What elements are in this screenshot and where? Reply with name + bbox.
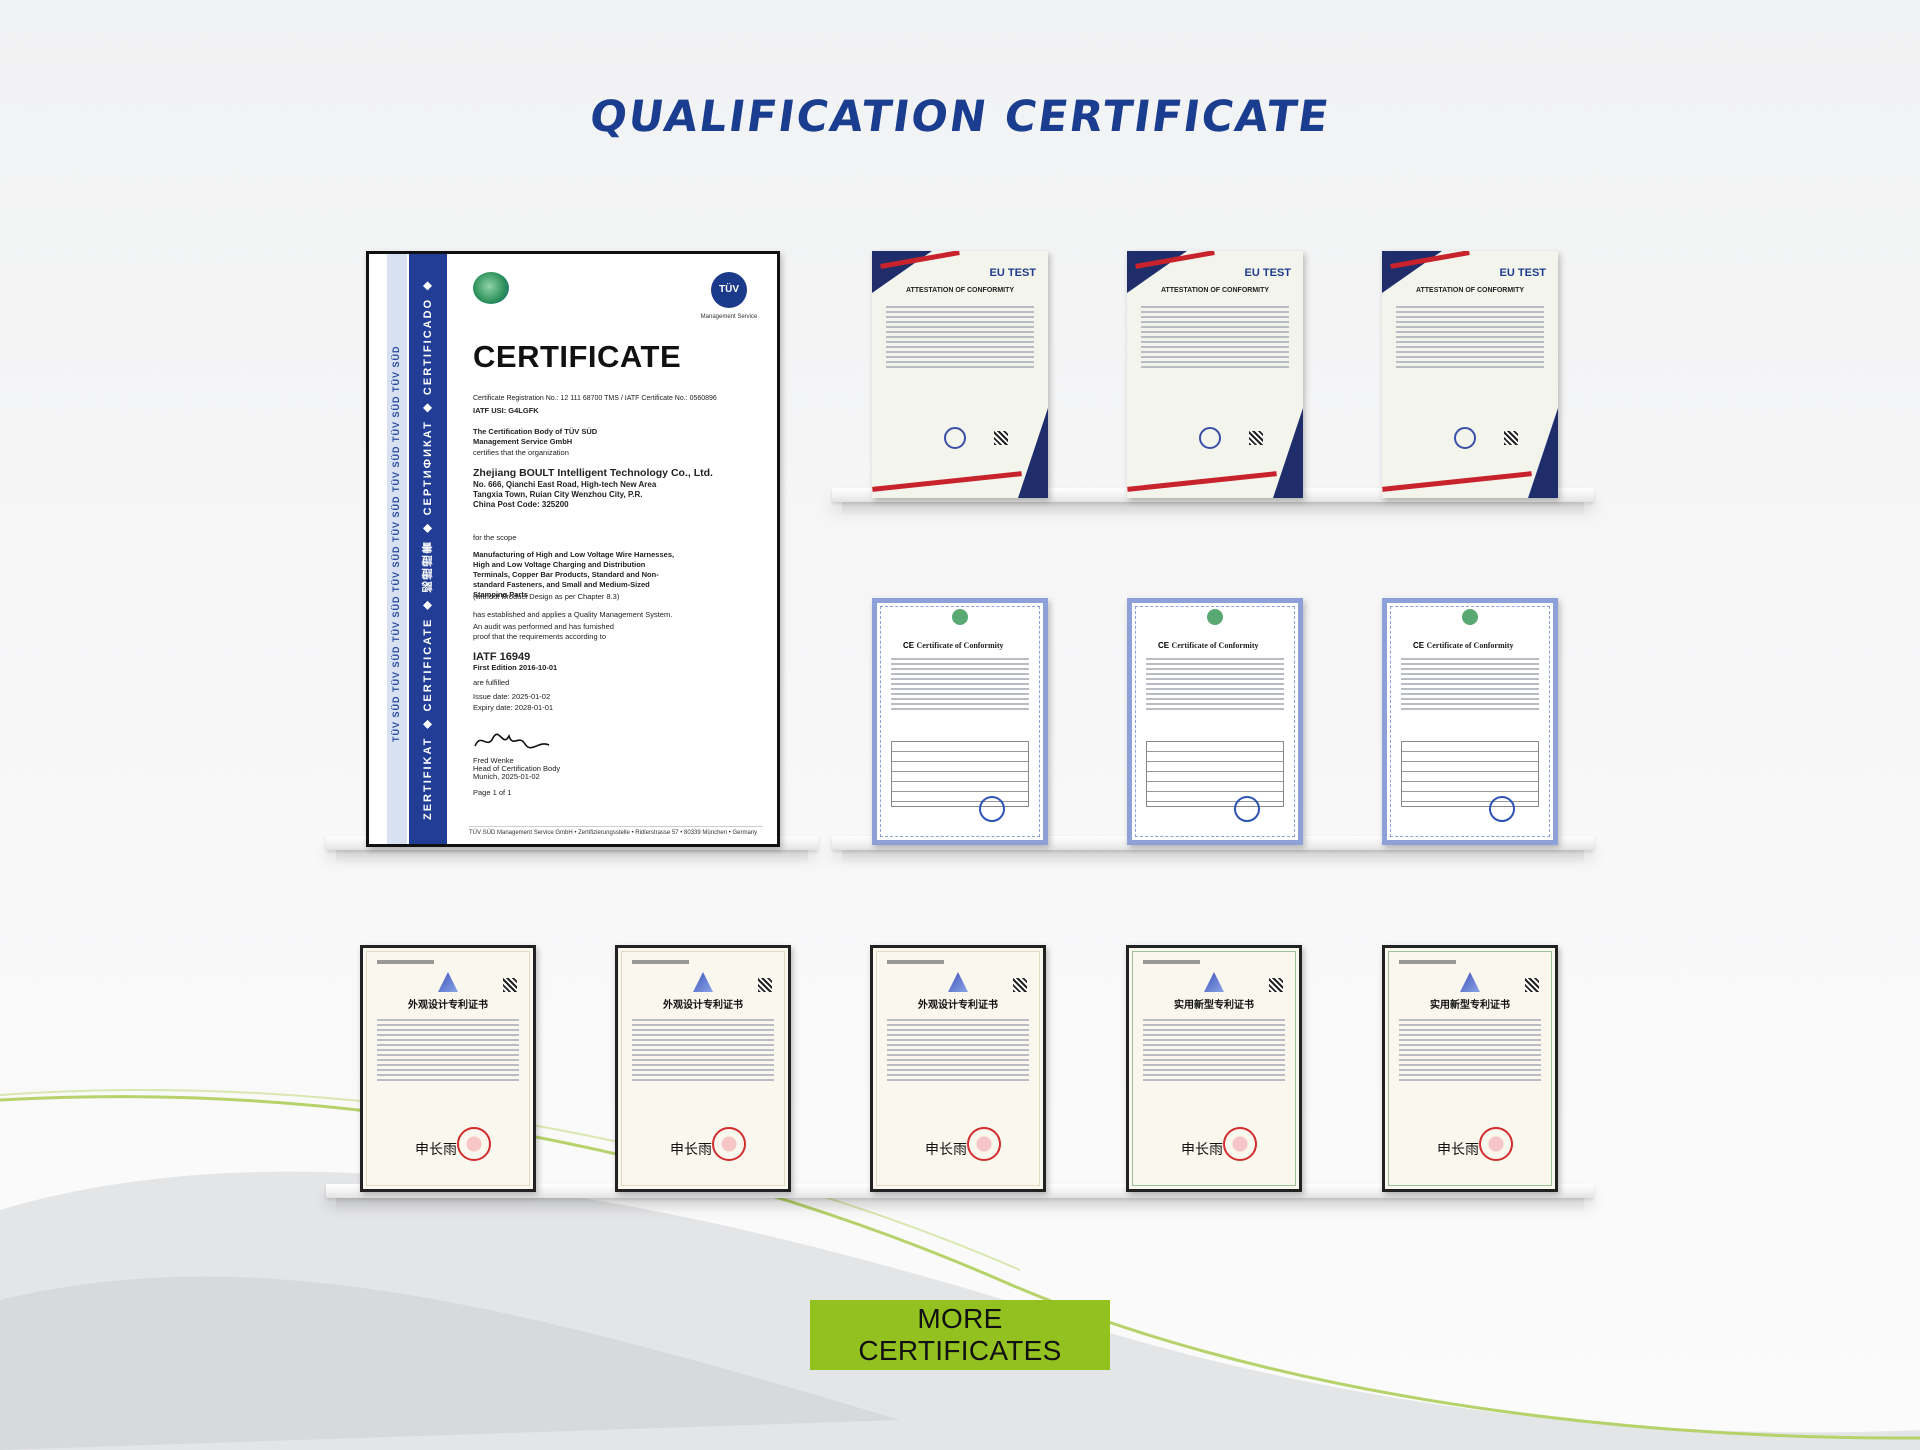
- lab-stamp-icon: [1234, 796, 1260, 822]
- lab-stamp-icon: [1489, 796, 1515, 822]
- issue-date: Issue date: 2025-01-02: [473, 692, 551, 701]
- red-seal-icon: [1223, 1127, 1257, 1161]
- standards-table: [891, 741, 1029, 807]
- iatf-usi: IATF USI: G4LGFK: [473, 406, 539, 415]
- tuv-logo: TÜV: [711, 272, 747, 308]
- patent-certificate-card-2[interactable]: 外观设计专利证书 申长雨: [615, 945, 791, 1192]
- tuv-iatf-certificate[interactable]: TÜV SÜD TÜV SÜD TÜV SÜD TÜV SÜD TÜV SÜD …: [366, 251, 780, 847]
- standards-table: [1146, 741, 1284, 807]
- eu-attestation-card-2[interactable]: EU TEST ATTESTATION OF CONFORMITY: [1127, 251, 1303, 498]
- certification-body: The Certification Body of TÜV SÜD Manage…: [473, 427, 598, 446]
- conformity-seal-icon: [1454, 427, 1476, 449]
- red-seal-icon: [1479, 1127, 1513, 1161]
- patent-signature: 申长雨: [925, 1142, 967, 1158]
- patent-title: 实用新型专利证书: [1430, 1000, 1510, 1011]
- certificate-heading: CERTIFICATE: [473, 339, 682, 374]
- certifies-text: certifies that the organization: [473, 448, 569, 457]
- eu-test-logo: EU TEST: [989, 267, 1036, 279]
- patent-title: 外观设计专利证书: [408, 1000, 488, 1011]
- lab-logo-icon: [1462, 609, 1478, 625]
- qr-code-icon: [503, 978, 517, 992]
- standards-table: [1401, 741, 1539, 807]
- certificate-registration: Certificate Registration No.: 12 111 687…: [473, 395, 717, 402]
- conformity-title: Certificate of Conformity: [1426, 641, 1514, 650]
- certificate-band-text: ZERTIFIKAT ◆ CERTIFICATE ◆ 認證證書 ◆ СЕРТИФ…: [422, 277, 472, 821]
- red-seal-icon: [712, 1127, 746, 1161]
- red-seal-icon: [967, 1127, 1001, 1161]
- qr-code-icon: [1013, 978, 1027, 992]
- ce-certificate-card-2[interactable]: CE Certificate of Conformity: [1127, 598, 1303, 845]
- patent-certificate-card-1[interactable]: 外观设计专利证书 申长雨: [360, 945, 536, 1192]
- fulfilled-text: are fulfilled: [473, 678, 510, 687]
- signer-place: Munich, 2025-01-02: [473, 772, 540, 781]
- qr-code-icon: [1525, 978, 1539, 992]
- conformity-seal-icon: [1199, 427, 1221, 449]
- scope-label: for the scope: [473, 533, 517, 542]
- organization-address: No. 666, Qianchi East Road, High-tech Ne…: [473, 480, 657, 509]
- patent-signature: 申长雨: [415, 1142, 457, 1158]
- tuv-stripe-text: TÜV SÜD TÜV SÜD TÜV SÜD TÜV SÜD TÜV SÜD …: [391, 345, 401, 743]
- tuv-logo-subtitle: Management Service: [700, 314, 758, 320]
- patent-certificate-card-3[interactable]: 外观设计专利证书 申长雨: [870, 945, 1046, 1192]
- patent-signature: 申长雨: [670, 1142, 712, 1158]
- conformity-title: Certificate of Conformity: [1171, 641, 1259, 650]
- patent-title: 实用新型专利证书: [1174, 1000, 1254, 1011]
- ce-certificate-card-1[interactable]: CE Certificate of Conformity: [872, 598, 1048, 845]
- qr-code-icon: [1249, 431, 1263, 445]
- eu-attestation-card-3[interactable]: EU TEST ATTESTATION OF CONFORMITY: [1382, 251, 1558, 498]
- ce-certificate-card-3[interactable]: CE Certificate of Conformity: [1382, 598, 1558, 845]
- patent-signature: 申长雨: [1437, 1142, 1479, 1158]
- eu-test-logo: EU TEST: [1499, 267, 1546, 279]
- qms-text: has established and applies a Quality Ma…: [473, 610, 673, 619]
- patent-title: 外观设计专利证书: [918, 1000, 998, 1011]
- attestation-title: ATTESTATION OF CONFORMITY: [905, 287, 1015, 294]
- page-title: QUALIFICATION CERTIFICATE: [586, 92, 1334, 142]
- patent-title: 外观设计专利证书: [663, 1000, 743, 1011]
- eu-attestation-card-1[interactable]: EU TEST ATTESTATION OF CONFORMITY: [872, 251, 1048, 498]
- lab-logo-icon: [952, 609, 968, 625]
- attestation-title: ATTESTATION OF CONFORMITY: [1415, 287, 1525, 294]
- conformity-title: Certificate of Conformity: [916, 641, 1004, 650]
- qr-code-icon: [1269, 978, 1283, 992]
- patent-signature: 申长雨: [1181, 1142, 1223, 1158]
- lab-logo-icon: [1207, 609, 1223, 625]
- iaf-globe-icon: [473, 272, 509, 304]
- audit-text: An audit was performed and has furnished…: [473, 622, 614, 641]
- conformity-seal-icon: [944, 427, 966, 449]
- patent-certificate-card-4[interactable]: 实用新型专利证书 申长雨: [1126, 945, 1302, 1192]
- red-seal-icon: [457, 1127, 491, 1161]
- qr-code-icon: [994, 431, 1008, 445]
- qr-code-icon: [758, 978, 772, 992]
- page-number: Page 1 of 1: [473, 788, 512, 797]
- patent-certificate-card-5[interactable]: 实用新型专利证书 申长雨: [1382, 945, 1558, 1192]
- certificate-body: TÜV Management Service CERTIFICATE Certi…: [473, 272, 763, 834]
- eu-test-logo: EU TEST: [1244, 267, 1291, 279]
- expiry-date: Expiry date: 2028-01-01: [473, 703, 554, 712]
- certificate-footer: TÜV SÜD Management Service GmbH • Zertif…: [469, 826, 763, 836]
- standard-edition: First Edition 2016-10-01: [473, 663, 558, 672]
- organization-name: Zhejiang BOULT Intelligent Technology Co…: [473, 467, 713, 479]
- more-certificates-button[interactable]: MORE CERTIFICATES: [810, 1300, 1110, 1370]
- qr-code-icon: [1504, 431, 1518, 445]
- lab-stamp-icon: [979, 796, 1005, 822]
- scope-note: (without Product Design as per Chapter 8…: [473, 592, 620, 601]
- attestation-title: ATTESTATION OF CONFORMITY: [1160, 287, 1270, 294]
- standard-name: IATF 16949: [473, 651, 531, 663]
- signature-icon: [474, 733, 550, 749]
